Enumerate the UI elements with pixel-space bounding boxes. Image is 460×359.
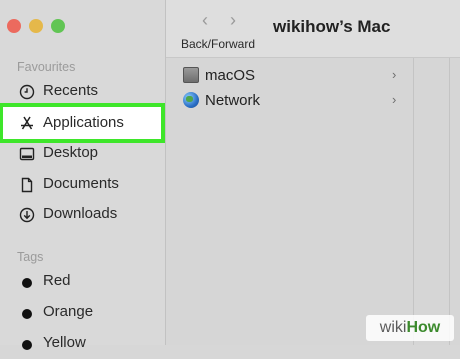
sidebar-item-desktop[interactable]: Desktop <box>0 139 165 169</box>
tag-dot-icon <box>22 340 32 350</box>
toolbar: ‹ › Back/Forward wikihow’s Mac <box>166 0 460 58</box>
sidebar-item-recents[interactable]: Recents <box>0 77 165 107</box>
list-item-label: macOS <box>205 67 256 84</box>
watermark-part: wiki <box>379 319 407 336</box>
globe-icon <box>183 92 199 108</box>
applications-icon <box>21 116 33 130</box>
column-divider[interactable] <box>449 58 450 345</box>
sidebar-tag-label: Yellow <box>43 334 86 351</box>
back-forward-caption: Back/Forward <box>181 37 256 51</box>
sidebar-item-documents[interactable]: Documents <box>0 170 165 200</box>
sidebar-tag-red[interactable]: Red <box>0 267 165 297</box>
sidebar-tag-label: Orange <box>43 303 94 320</box>
sidebar-tag-yellow[interactable]: Yellow <box>0 329 165 359</box>
sidebar-item-label: Documents <box>43 175 119 192</box>
sidebar-tag-label: Red <box>43 272 71 289</box>
sidebar-item-label: Applications <box>43 114 124 131</box>
tag-dot-icon <box>22 278 32 288</box>
sidebar: Favourites Recents Applications Desktop … <box>0 0 166 351</box>
list-item-macos[interactable]: macOS › <box>166 64 406 88</box>
clock-icon <box>19 84 35 100</box>
sidebar-item-label: Desktop <box>43 144 99 161</box>
list-item-label: Network <box>205 92 261 109</box>
document-icon <box>21 177 33 193</box>
back-button[interactable]: ‹ <box>202 10 208 31</box>
download-icon <box>19 207 35 223</box>
minimize-window-button[interactable] <box>29 19 43 33</box>
chevron-right-icon: › <box>392 67 397 82</box>
maximize-window-button[interactable] <box>51 19 65 33</box>
sidebar-item-applications[interactable]: Applications <box>0 103 165 143</box>
wikihow-watermark: wiki How <box>366 315 454 341</box>
tags-header: Tags <box>17 250 44 264</box>
sidebar-tag-orange[interactable]: Orange <box>0 298 165 328</box>
sidebar-item-label: Downloads <box>43 205 118 222</box>
window-title: wikihow’s Mac <box>273 17 391 36</box>
desktop-icon <box>19 147 35 161</box>
column-divider[interactable] <box>413 58 414 345</box>
chevron-right-icon: › <box>392 92 397 107</box>
tag-dot-icon <box>22 309 32 319</box>
sidebar-item-downloads[interactable]: Downloads <box>0 200 165 230</box>
file-list: macOS › Network › <box>166 58 460 345</box>
sidebar-item-label: Recents <box>43 82 99 99</box>
close-window-button[interactable] <box>7 19 21 33</box>
favourites-header: Favourites <box>17 60 76 74</box>
watermark-part: How <box>406 319 441 336</box>
hard-disk-icon <box>183 67 199 83</box>
forward-button[interactable]: › <box>230 10 236 31</box>
list-item-network[interactable]: Network › <box>166 89 406 113</box>
